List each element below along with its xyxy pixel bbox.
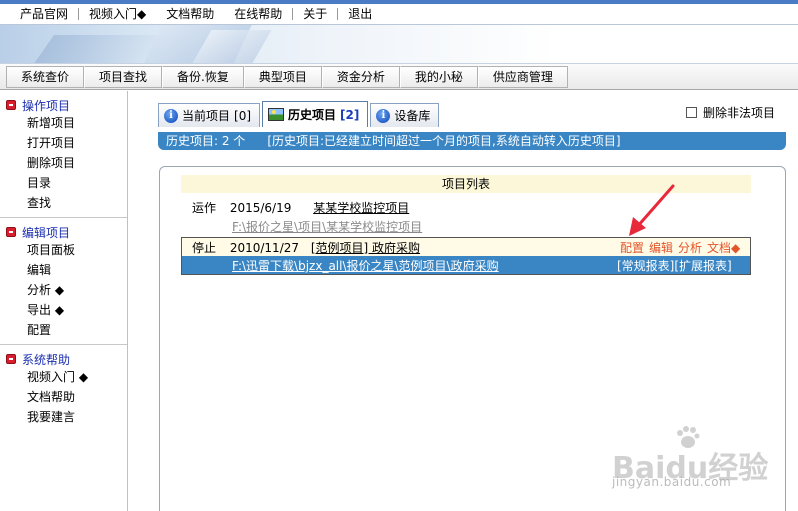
toolbar-supplier-management[interactable]: 供应商管理 [477,65,568,88]
header-banner [0,25,798,64]
sidebar-item-analysis[interactable]: 分析 ◆ [6,280,127,300]
baidu-jingyan-watermark: Baidu经验 jingyan.baidu.com [612,425,792,495]
sidebar-item-directory[interactable]: 目录 [6,173,127,193]
annotation-arrow-icon [629,184,675,236]
delete-illegal-label: 删除非法项目 [703,106,776,120]
menu-product-site[interactable]: 产品官网 [10,7,78,21]
tab-label: 当前项目 [182,109,231,123]
project-path-link[interactable]: F:\迅雷下载\bjzx_all\报价之星\范例项目\政府采购 [232,257,499,274]
menu-about[interactable]: 关于 [293,7,337,21]
sidebar-item-edit[interactable]: 编辑 [6,260,127,280]
project-name-link[interactable]: 某某学校监控项目 [313,201,409,215]
tab-count: [0] [234,108,252,123]
project-status: 停止 [192,241,217,255]
sidebar-item-suggestions[interactable]: 我要建言 [6,407,127,427]
tab-history-projects[interactable]: 历史项目 [2] [262,101,369,127]
collapse-square-icon [6,227,16,237]
tab-device-library[interactable]: i 设备库 [370,103,440,127]
menu-exit[interactable]: 退出 [338,7,382,21]
menu-video-intro[interactable]: 视频入门◆ [79,7,156,21]
toolbar-backup-restore[interactable]: 备份.恢复 [162,65,244,88]
action-config[interactable]: 配置 [620,241,644,255]
action-analysis[interactable]: 分析 [678,241,702,255]
main-toolbar: 系统查价 项目查找 备份.恢复 典型项目 资金分析 我的小秘 供应商管理 [0,64,798,90]
toolbar-system-price[interactable]: 系统查价 [6,65,85,88]
list-item[interactable]: 运作 2015/6/19 某某学校监控项目 [192,199,409,216]
extended-report-link[interactable]: [扩展报表] [674,259,731,273]
info-icon: i [164,108,178,123]
project-status: 运作 [192,201,217,215]
sidebar-item-open-project[interactable]: 打开项目 [6,133,127,153]
list-item[interactable]: 停止 2010/11/27 [范例项目] 政府采购 [192,239,420,256]
project-name-link[interactable]: [范例项目] 政府采购 [311,241,420,255]
sidebar-item-project-panel[interactable]: 项目面板 [6,240,127,260]
sidebar-group-label: 系统帮助 [22,352,71,367]
history-count: 历史项目: 2 个 [166,134,246,148]
sidebar-item-video-intro[interactable]: 视频入门 ◆ [6,367,127,387]
sidebar-group-help: 系统帮助 视频入门 ◆ 文档帮助 我要建言 [0,345,127,431]
tab-current-projects[interactable]: i 当前项目 [0] [158,103,261,127]
project-date: 2010/11/27 [229,241,300,255]
tab-label: 历史项目 [288,108,337,122]
sidebar-group-title[interactable]: 操作项目 [6,97,127,113]
sidebar-item-search[interactable]: 查找 [6,193,127,213]
collapse-square-icon [6,354,16,364]
toolbar-fund-analysis[interactable]: 资金分析 [321,65,400,88]
menu-online-help[interactable]: 在线帮助 [224,7,292,21]
sidebar-group-title[interactable]: 编辑项目 [6,224,127,240]
project-date: 2015/6/19 [229,201,292,215]
sidebar-group-title[interactable]: 系统帮助 [6,351,127,367]
toolbar-my-secretary[interactable]: 我的小秘 [399,65,478,88]
info-icon: i [376,108,391,123]
tab-label: 设备库 [394,109,431,123]
sidebar-item-docs-help[interactable]: 文档帮助 [6,387,127,407]
sidebar-item-export[interactable]: 导出 ◆ [6,300,127,320]
delete-illegal-checkbox[interactable] [686,107,697,118]
report-links: [常规报表][扩展报表] [617,257,732,274]
top-menu-bar: 产品官网 视频入门◆ 文档帮助 在线帮助 关于 退出 [0,0,798,25]
history-status-bar: 历史项目: 2 个 [历史项目:已经建立时间超过一个月的项目,系统自动转入历史项目… [158,132,786,150]
action-edit[interactable]: 编辑 [649,241,673,255]
project-actions: 配置 编辑 分析 文档◆ [620,239,745,256]
sidebar-item-new-project[interactable]: 新增项目 [6,113,127,133]
project-tabs: i 当前项目 [0] 历史项目 [2] i 设备库 [158,101,441,127]
sidebar-group-label: 操作项目 [22,98,71,113]
history-note: [历史项目:已经建立时间超过一个月的项目,系统自动转入历史项目] [267,134,621,148]
menu-docs-help[interactable]: 文档帮助 [156,7,224,21]
delete-illegal-option: 删除非法项目 [686,104,775,121]
sidebar-group-edit: 编辑项目 项目面板 编辑 分析 ◆ 导出 ◆ 配置 [0,218,127,345]
regular-report-link[interactable]: [常规报表] [617,259,674,273]
toolbar-typical-projects[interactable]: 典型项目 [243,65,322,88]
sidebar-group-operate: 操作项目 新增项目 打开项目 删除项目 目录 查找 [0,91,127,218]
collapse-square-icon [6,100,16,110]
action-documents[interactable]: 文档◆ [707,241,740,255]
sidebar-item-delete-project[interactable]: 删除项目 [6,153,127,173]
tab-count: [2] [340,107,360,122]
sidebar-item-config[interactable]: 配置 [6,320,127,340]
image-icon [268,108,285,121]
toolbar-project-search[interactable]: 项目查找 [84,65,163,88]
sidebar-group-label: 编辑项目 [22,225,71,240]
watermark-url: jingyan.baidu.com [612,475,732,489]
project-path-link[interactable]: F:\报价之星\项目\某某学校监控项目 [232,218,422,235]
sidebar: 操作项目 新增项目 打开项目 删除项目 目录 查找 编辑项目 项目面板 编辑 分… [0,91,128,511]
